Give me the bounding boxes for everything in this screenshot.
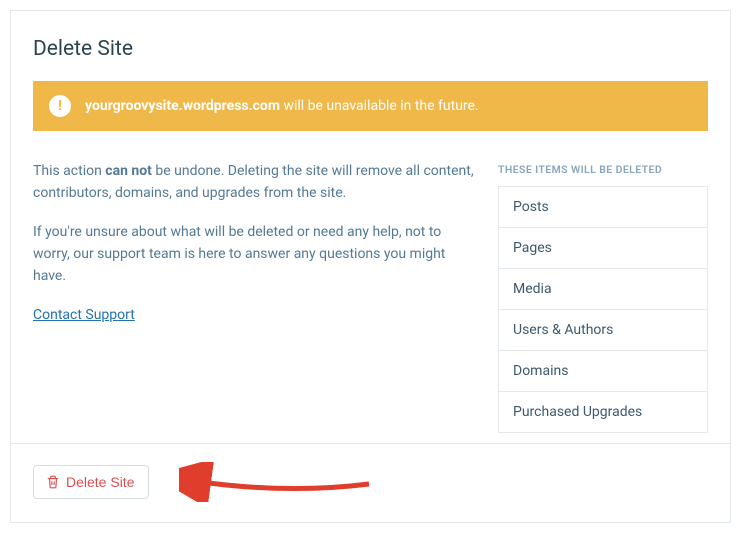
items-column: THESE ITEMS WILL BE DELETED Posts Pages … <box>498 161 708 433</box>
list-item: Domains <box>499 351 707 392</box>
delete-site-card: Delete Site ! yourgroovysite.wordpress.c… <box>10 10 731 523</box>
delete-button-label: Delete Site <box>66 474 134 490</box>
warning-icon: ! <box>49 95 71 117</box>
content-columns: This action can not be undone. Deleting … <box>33 161 708 433</box>
annotation-arrow <box>179 462 379 502</box>
card-footer: Delete Site <box>11 443 730 522</box>
card-body: Delete Site ! yourgroovysite.wordpress.c… <box>11 11 730 443</box>
list-item: Purchased Upgrades <box>499 392 707 432</box>
list-item: Pages <box>499 228 707 269</box>
list-item: Users & Authors <box>499 310 707 351</box>
warning-domain: yourgroovysite.wordpress.com <box>85 98 280 114</box>
warning-suffix: will be unavailable in the future. <box>280 98 479 114</box>
text-fragment: This action <box>33 163 105 179</box>
description-paragraph-1: This action can not be undone. Deleting … <box>33 161 474 204</box>
warning-text: yourgroovysite.wordpress.com will be una… <box>85 98 479 114</box>
items-list: Posts Pages Media Users & Authors Domain… <box>498 186 708 433</box>
description-column: This action can not be undone. Deleting … <box>33 161 474 327</box>
list-item: Media <box>499 269 707 310</box>
items-heading: THESE ITEMS WILL BE DELETED <box>498 163 708 176</box>
description-paragraph-2: If you're unsure about what will be dele… <box>33 222 474 287</box>
warning-notice: ! yourgroovysite.wordpress.com will be u… <box>33 81 708 131</box>
trash-icon <box>46 475 60 489</box>
contact-support-link[interactable]: Contact Support <box>33 307 135 323</box>
text-emphasis: can not <box>105 163 152 179</box>
list-item: Posts <box>499 187 707 228</box>
page-title: Delete Site <box>33 37 708 61</box>
delete-site-button[interactable]: Delete Site <box>33 465 149 499</box>
